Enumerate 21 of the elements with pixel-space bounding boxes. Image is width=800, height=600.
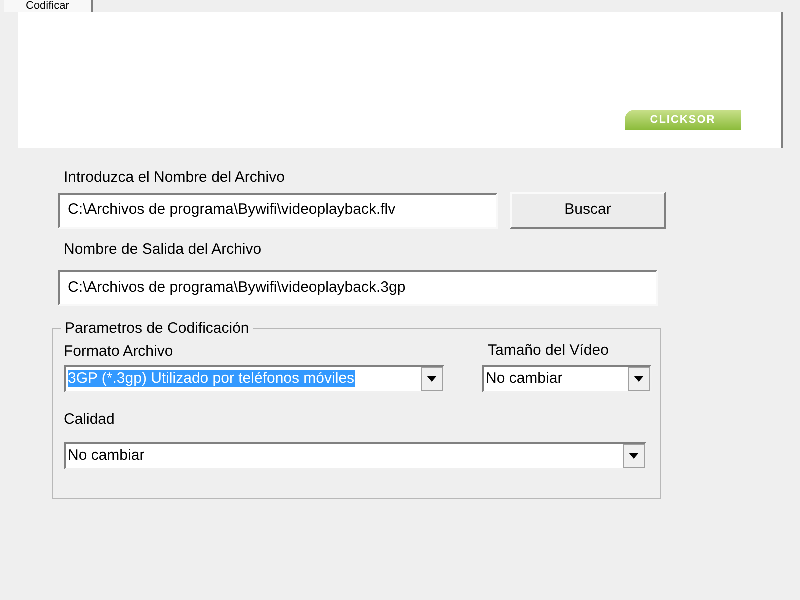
dropdown[interactable]: No cambiar [482, 365, 652, 393]
caret-icon [427, 376, 437, 382]
dropdown-value: No cambiar [68, 447, 145, 464]
dropdown-value: No cambiar [486, 370, 563, 387]
dropdown-arrow-button[interactable] [623, 444, 645, 468]
caret-icon [629, 453, 639, 459]
dropdown-arrow-button[interactable] [421, 367, 443, 391]
dropdown-value: 3GP (*.3gp) Utilizado por teléfonos móviles [68, 370, 355, 387]
text-field[interactable]: C:\Archivos de programa\Bywifi\videoplayback.3gp [58, 270, 658, 306]
text-field[interactable]: C:\Archivos de programa\Bywifi\videoplayback.flv [58, 192, 498, 228]
dropdown-arrow-button[interactable] [628, 367, 650, 391]
field-label: Nombre de Salida del Archivo [64, 241, 263, 259]
field-label: Formato Archivo [64, 343, 174, 361]
caret-icon [634, 376, 644, 382]
field-label: Introduzca el Nombre del Archivo [64, 169, 286, 187]
browse-button[interactable]: Buscar [510, 192, 666, 229]
field-label: Calidad [64, 411, 116, 429]
tab[interactable]: Codificar [4, 0, 94, 12]
field-label: Tamaño del Vídeo [488, 342, 610, 360]
logo: CLICKSOR [625, 110, 741, 130]
dropdown[interactable]: No cambiar [64, 442, 647, 470]
